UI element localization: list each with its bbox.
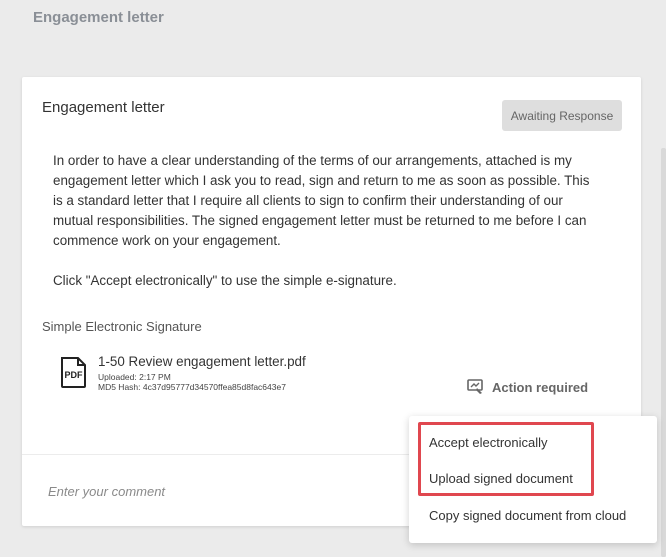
pdf-icon-label: PDF — [65, 370, 84, 380]
letter-paragraph: In order to have a clear understanding o… — [53, 153, 590, 248]
status-badge: Awaiting Response — [502, 100, 622, 131]
file-name-link[interactable]: 1-50 Review engagement letter.pdf — [98, 354, 306, 369]
pdf-file-icon[interactable]: PDF — [60, 357, 87, 388]
file-uploaded-time: Uploaded: 2:17 PM — [98, 372, 171, 382]
dropdown-arrow — [527, 408, 543, 416]
menu-item-accept-electronically[interactable]: Accept electronically — [429, 435, 548, 450]
action-dropdown-menu: Accept electronically Upload signed docu… — [409, 416, 657, 543]
menu-item-copy-from-cloud[interactable]: Copy signed document from cloud — [429, 508, 626, 523]
page-title: Engagement letter — [33, 9, 164, 26]
scrollbar[interactable] — [661, 148, 666, 557]
card-title: Engagement letter — [42, 99, 165, 116]
menu-item-upload-signed-document[interactable]: Upload signed document — [429, 471, 573, 486]
signature-section-label: Simple Electronic Signature — [42, 319, 202, 334]
file-meta: Uploaded: 2:17 PM MD5 Hash: 4c37d95777d3… — [98, 372, 286, 392]
signature-action-icon — [467, 379, 483, 394]
action-required-button[interactable]: Action required — [467, 379, 588, 395]
action-required-label: Action required — [492, 379, 589, 395]
letter-body: In order to have a clear understanding o… — [53, 151, 601, 291]
instruction-paragraph: Click "Accept electronically" to use the… — [53, 273, 397, 288]
page: Engagement letter Engagement letter Awai… — [0, 0, 666, 557]
file-md5-hash: MD5 Hash: 4c37d95777d34570ffea85d8fac643… — [98, 382, 286, 392]
